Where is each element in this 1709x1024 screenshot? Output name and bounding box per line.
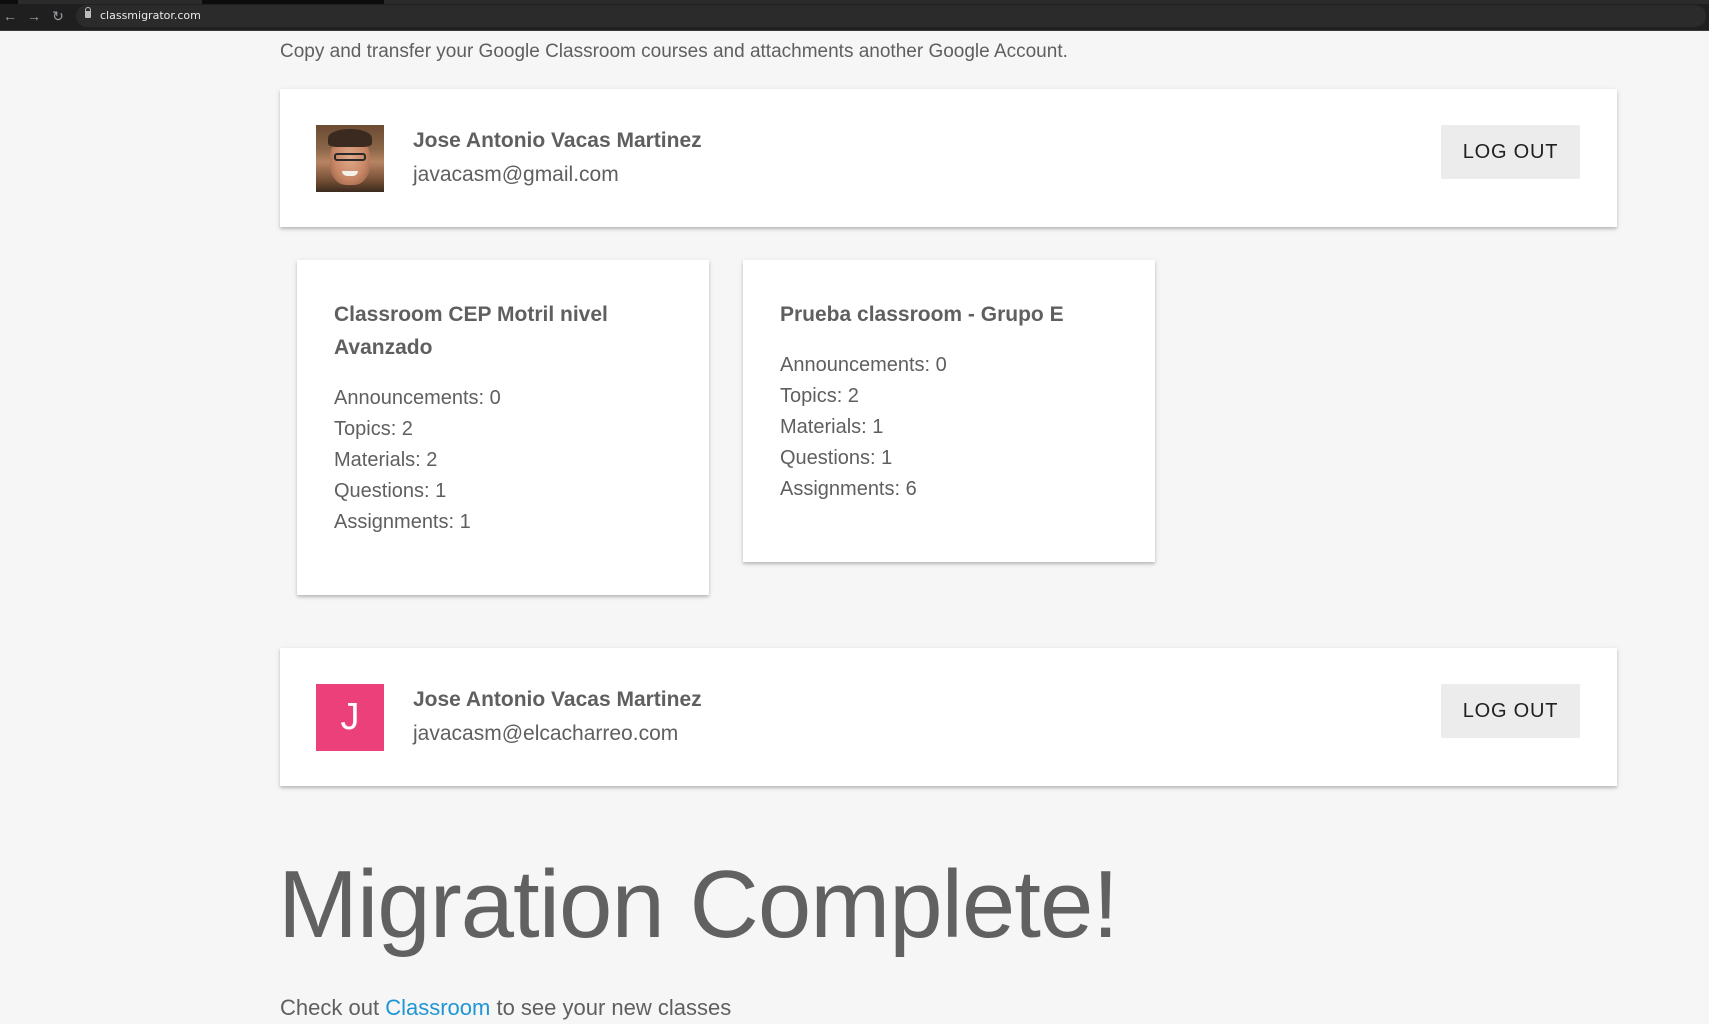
course-topics: Topics: 2 xyxy=(334,418,413,440)
course-announcements: Announcements: 0 xyxy=(334,387,501,409)
source-account-card: Jose Antonio Vacas Martinez javacasm@gma… xyxy=(280,89,1617,227)
target-account-card: J Jose Antonio Vacas Martinez javacasm@e… xyxy=(280,648,1617,786)
address-bar[interactable]: classmigrator.com xyxy=(76,5,1706,27)
reload-icon[interactable]: ↻ xyxy=(50,8,66,24)
footer-message: Check out Classroom to see your new clas… xyxy=(280,995,731,1021)
migration-complete-heading: Migration Complete! xyxy=(278,851,1119,958)
course-title: Prueba classroom - Grupo E xyxy=(780,303,1064,326)
course-announcements: Announcements: 0 xyxy=(780,354,947,376)
course-materials: Materials: 2 xyxy=(334,449,438,471)
tab-strip-background xyxy=(384,0,1709,4)
browser-tab[interactable] xyxy=(18,0,202,4)
avatar-glasses xyxy=(334,153,366,161)
course-questions: Questions: 1 xyxy=(334,480,447,502)
avatar: J xyxy=(316,684,384,751)
account-email: javacasm@gmail.com xyxy=(413,163,619,186)
lock-icon xyxy=(85,7,91,18)
url-text[interactable]: classmigrator.com xyxy=(100,9,201,22)
intro-text: Copy and transfer your Google Classroom … xyxy=(280,41,1068,62)
browser-toolbar: ← → ↻ classmigrator.com xyxy=(0,0,1709,31)
course-assignments: Assignments: 6 xyxy=(780,478,917,500)
arrow-right-icon[interactable]: → xyxy=(26,8,42,24)
course-card[interactable]: Prueba classroom - Grupo E Announcements… xyxy=(743,260,1155,562)
avatar xyxy=(316,125,384,192)
logout-button[interactable]: LOG OUT xyxy=(1441,125,1580,179)
footer-prefix: Check out xyxy=(280,995,380,1020)
avatar-mouth xyxy=(342,171,358,176)
course-questions: Questions: 1 xyxy=(780,447,893,469)
course-assignments: Assignments: 1 xyxy=(334,511,471,533)
tab-strip xyxy=(0,0,1709,4)
course-title: Classroom CEP Motril nivel Avanzado xyxy=(334,303,608,359)
course-card[interactable]: Classroom CEP Motril nivel Avanzado Anno… xyxy=(297,260,709,595)
arrow-left-icon[interactable]: ← xyxy=(2,8,18,24)
classroom-link[interactable]: Classroom xyxy=(385,995,490,1020)
course-topics: Topics: 2 xyxy=(780,385,859,407)
course-materials: Materials: 1 xyxy=(780,416,884,438)
logout-button[interactable]: LOG OUT xyxy=(1441,684,1580,738)
account-name: Jose Antonio Vacas Martinez xyxy=(413,129,702,152)
account-name: Jose Antonio Vacas Martinez xyxy=(413,688,702,711)
footer-suffix: to see your new classes xyxy=(496,995,732,1020)
account-email: javacasm@elcacharreo.com xyxy=(413,722,679,745)
avatar-hair xyxy=(328,129,372,147)
